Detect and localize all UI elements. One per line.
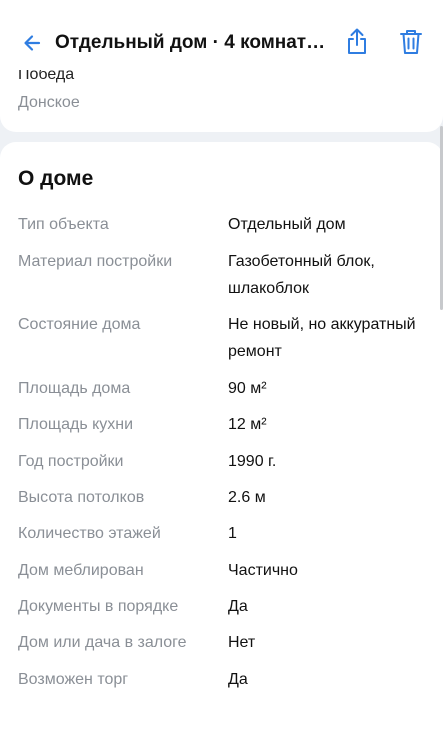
section-title: О доме xyxy=(18,167,94,190)
property-value: 12 м² xyxy=(228,416,267,433)
property-label: Высота потолков xyxy=(18,489,145,506)
property-label: Количество этажей xyxy=(18,525,161,542)
property-label: Возможен торг xyxy=(18,671,129,688)
property-label: Материал постройки xyxy=(18,253,173,270)
property-label: Год постройки xyxy=(18,453,124,470)
property-value: 1 xyxy=(228,525,237,542)
share-icon xyxy=(348,28,366,54)
share-button[interactable] xyxy=(342,26,372,58)
property-value: Нет xyxy=(228,634,256,651)
property-value: Частично xyxy=(228,562,298,579)
about-house-card: О доме Тип объекта Отдельный дом Материа… xyxy=(0,142,443,742)
property-label: Тип объекта xyxy=(18,216,109,233)
property-label: Дом меблирован xyxy=(18,562,144,579)
property-value: 1990 г. xyxy=(228,453,277,470)
trash-icon xyxy=(400,30,422,54)
property-value: Не новый, но аккуратный ремонт xyxy=(228,316,416,360)
property-value: 2.6 м xyxy=(228,489,266,506)
property-label: Дом или дача в залоге xyxy=(18,634,187,651)
back-button[interactable] xyxy=(18,28,48,58)
property-label: Площадь кухни xyxy=(18,416,134,433)
property-label: Документы в порядке xyxy=(18,598,179,615)
property-label: Площадь дома xyxy=(18,380,131,397)
arrow-left-icon xyxy=(24,35,41,51)
property-value: Газобетонный блок, шлакоблок xyxy=(228,253,375,297)
page-title: Отдельный дом · 4 комнаты · 90 м² xyxy=(55,32,327,53)
delete-button[interactable] xyxy=(396,26,426,58)
property-label: Состояние дома xyxy=(18,316,141,333)
property-value: Отдельный дом xyxy=(228,216,346,233)
property-value: Да xyxy=(228,671,248,688)
property-value: 90 м² xyxy=(228,380,267,397)
property-value: Да xyxy=(228,598,248,615)
top-bar: Отдельный дом · 4 комнаты · 90 м² xyxy=(0,0,443,70)
address-district: Донское xyxy=(18,94,80,111)
